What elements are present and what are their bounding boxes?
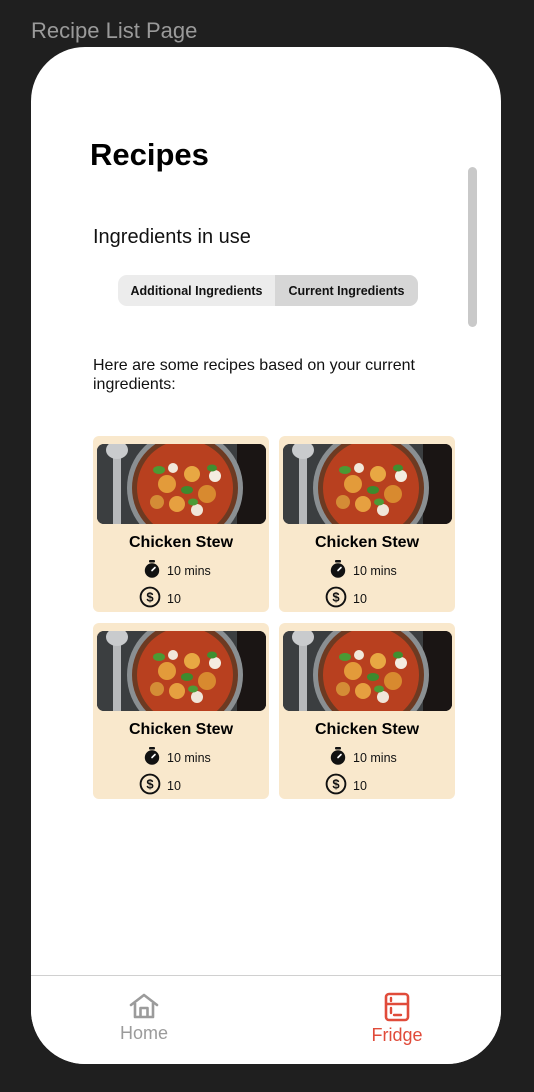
recipe-time: 10 mins [143, 560, 211, 581]
recipe-time: 10 mins [329, 747, 397, 768]
recipe-time-value: 10 mins [167, 750, 211, 765]
recipe-image [283, 631, 452, 711]
ingredients-subtitle: Ingredients in use [93, 226, 251, 248]
recipe-card[interactable]: Chicken Stew 10 mins $ 10 [279, 436, 455, 612]
intro-text: Here are some recipes based on your curr… [93, 357, 415, 393]
phone-screen: Recipes Ingredients in use Additional In… [31, 47, 501, 1064]
recipe-image [283, 444, 452, 524]
recipe-name: Chicken Stew [314, 721, 420, 738]
frame-label: Recipe List Page [31, 18, 198, 43]
recipe-cost-value: 10 [167, 778, 181, 793]
segment-current-ingredients[interactable]: Current Ingredients [275, 275, 418, 306]
recipe-image [97, 631, 266, 711]
nav-home[interactable]: Home [89, 992, 199, 1044]
svg-text:$: $ [332, 777, 340, 792]
recipe-card[interactable]: Chicken Stew 10 mins $ 10 [93, 436, 269, 612]
dollar-icon: $ [325, 586, 347, 611]
recipe-time-value: 10 mins [167, 563, 211, 578]
bottom-nav: Home Fridge [31, 975, 501, 1064]
home-icon [129, 993, 159, 1019]
recipe-time-value: 10 mins [353, 563, 397, 578]
timer-icon [143, 747, 161, 768]
recipe-cost: $ 10 [325, 586, 367, 611]
nav-fridge-label: Fridge [371, 1025, 423, 1045]
recipe-cost: $ 10 [139, 586, 181, 611]
segment-additional-ingredients[interactable]: Additional Ingredients [118, 275, 275, 306]
recipe-cost-value: 10 [353, 778, 367, 793]
recipe-cost: $ 10 [139, 773, 181, 798]
recipe-image [97, 444, 266, 524]
recipe-cost-value: 10 [353, 591, 367, 606]
page-title: Recipes [90, 137, 209, 172]
nav-fridge[interactable]: Fridge [342, 992, 452, 1046]
recipe-cost-value: 10 [167, 591, 181, 606]
recipe-grid: Chicken Stew 10 mins $ 10 Chicken Stew 1… [93, 436, 455, 799]
ingredients-segmented-control: Additional Ingredients Current Ingredien… [118, 275, 418, 306]
nav-home-label: Home [119, 1023, 168, 1043]
svg-text:$: $ [332, 590, 340, 605]
scrollbar[interactable] [468, 167, 477, 327]
timer-icon [143, 560, 161, 581]
recipe-time: 10 mins [329, 560, 397, 581]
recipe-time: 10 mins [143, 747, 211, 768]
dollar-icon: $ [139, 586, 161, 611]
recipe-name: Chicken Stew [128, 721, 234, 738]
svg-text:$: $ [146, 590, 154, 605]
timer-icon [329, 747, 347, 768]
svg-text:$: $ [146, 777, 154, 792]
timer-icon [329, 560, 347, 581]
recipe-time-value: 10 mins [353, 750, 397, 765]
recipe-name: Chicken Stew [128, 534, 234, 551]
recipe-name: Chicken Stew [314, 534, 420, 551]
fridge-icon [384, 992, 410, 1022]
recipe-card[interactable]: Chicken Stew 10 mins $ 10 [279, 623, 455, 799]
recipe-card[interactable]: Chicken Stew 10 mins $ 10 [93, 623, 269, 799]
dollar-icon: $ [139, 773, 161, 798]
recipe-cost: $ 10 [325, 773, 367, 798]
dollar-icon: $ [325, 773, 347, 798]
